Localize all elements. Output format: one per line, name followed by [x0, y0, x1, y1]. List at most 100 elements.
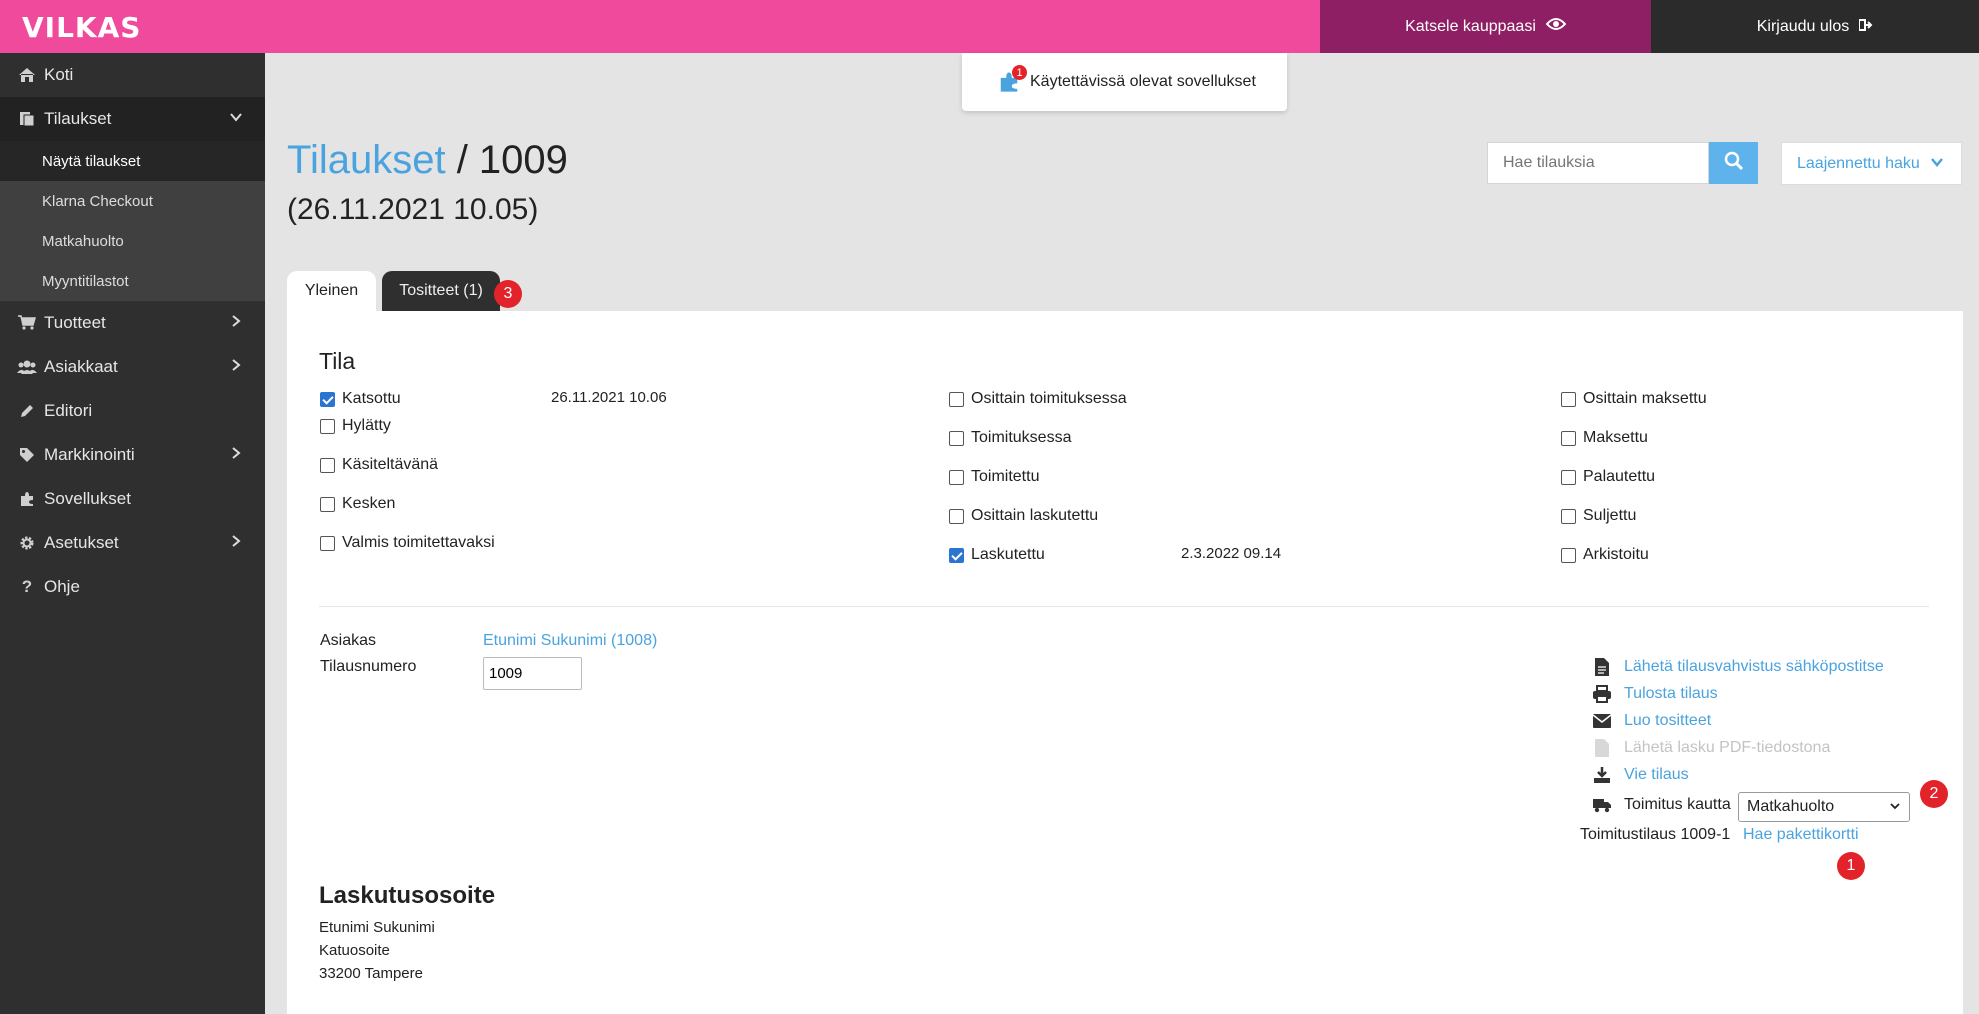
tab-yleinen[interactable]: Yleinen [287, 271, 376, 311]
checkbox[interactable] [320, 418, 335, 434]
puzzle-icon [16, 490, 38, 508]
send-pdf-label: Lähetä lasku PDF-tiedostona [1624, 739, 1831, 756]
chevron-down-icon [1930, 155, 1944, 173]
status-checkbox-arkistoitu[interactable]: Arkistoitu [1561, 546, 1649, 564]
status-checkbox-toimituksessa[interactable]: Toimituksessa [949, 429, 1071, 447]
home-icon [16, 66, 38, 84]
envelope-icon [1591, 711, 1612, 731]
status-checkbox-toimitettu[interactable]: Toimitettu [949, 468, 1039, 486]
export-order-action[interactable]: Vie tilaus [1591, 765, 1689, 785]
delivery-order-label: Toimitustilaus 1009-1 [1580, 826, 1731, 843]
checkbox[interactable] [320, 496, 335, 512]
status-checkbox-valmis[interactable]: Valmis toimitettavaksi [320, 534, 495, 552]
status-checkbox-osittain-maksettu[interactable]: Osittain maksettu [1561, 390, 1707, 408]
checkbox[interactable] [949, 391, 964, 407]
customer-link[interactable]: Etunimi Sukunimi (1008) [483, 632, 657, 650]
shipping-method-select[interactable]: Matkahuolto [1738, 792, 1910, 822]
status-checkbox-hylatty[interactable]: Hylätty [320, 417, 391, 435]
checkbox[interactable] [320, 391, 335, 407]
tab-tositteet[interactable]: Tositteet (1) [382, 271, 500, 311]
create-vouchers-action[interactable]: Luo tositteet [1591, 711, 1711, 731]
chevron-right-icon [229, 357, 243, 377]
print-order-link[interactable]: Tulosta tilaus [1624, 685, 1718, 703]
view-store-button[interactable]: Katsele kauppaasi [1320, 0, 1651, 53]
checkbox[interactable] [1561, 391, 1576, 407]
search-input[interactable] [1487, 142, 1709, 184]
status-checkbox-osittain-laskutettu[interactable]: Osittain laskutettu [949, 507, 1098, 525]
print-order-action[interactable]: Tulosta tilaus [1591, 684, 1718, 704]
status-checkbox-laskutettu[interactable]: Laskutettu [949, 546, 1045, 564]
breadcrumb-orders[interactable]: Tilaukset [287, 138, 446, 182]
status-date-laskutettu: 2.3.2022 09.14 [1181, 545, 1282, 562]
vilkas-logo[interactable]: VILKAS [22, 11, 141, 44]
sidebar-item-asiakkaat[interactable]: Asiakkaat [0, 345, 265, 389]
eye-icon [1545, 17, 1567, 36]
sidebar-item-ohje[interactable]: ? Ohje [0, 565, 265, 609]
checkbox[interactable] [949, 430, 964, 446]
status-checkbox-palautettu[interactable]: Palautettu [1561, 468, 1655, 486]
available-apps-label: Käytettävissä olevat sovellukset [1030, 73, 1256, 90]
send-confirmation-link[interactable]: Lähetä tilausvahvistus sähköpostitse [1624, 658, 1884, 676]
checkbox[interactable] [320, 535, 335, 551]
checkbox-label: Valmis toimitettavaksi [342, 534, 495, 551]
annotation-badge-2: 2 [1920, 780, 1948, 808]
checkbox-label: Suljettu [1583, 507, 1637, 524]
parcel-card-link[interactable]: Hae pakettikortti [1743, 826, 1859, 844]
checkbox-label: Osittain toimituksessa [971, 390, 1127, 407]
order-number-field[interactable] [483, 657, 582, 690]
send-confirmation-action[interactable]: Lähetä tilausvahvistus sähköpostitse [1591, 657, 1884, 677]
checkbox[interactable] [949, 469, 964, 485]
advanced-search-button[interactable]: Laajennettu haku [1781, 142, 1962, 185]
users-icon [16, 358, 38, 376]
checkbox[interactable] [949, 547, 964, 563]
create-vouchers-link[interactable]: Luo tositteet [1624, 712, 1711, 730]
orders-icon [16, 110, 38, 128]
available-apps-button[interactable]: 1 Käytettävissä olevat sovellukset [962, 53, 1287, 111]
customer-label: Asiakas [320, 632, 377, 649]
billing-city: 33200 Tampere [319, 965, 423, 982]
sidebar-subitem-matkahuolto[interactable]: Matkahuolto [0, 221, 265, 261]
checkbox[interactable] [1561, 430, 1576, 446]
chevron-down-icon [229, 109, 243, 129]
billing-address-heading: Laskutusosoite [319, 882, 496, 909]
sidebar-item-koti[interactable]: Koti [0, 53, 265, 97]
view-store-label: Katsele kauppaasi [1405, 17, 1536, 35]
breadcrumb-separator: / [445, 138, 479, 182]
logout-label: Kirjaudu ulos [1756, 17, 1850, 35]
sidebar-item-label: Sovellukset [44, 489, 131, 508]
sidebar-item-asetukset[interactable]: Asetukset [0, 521, 265, 565]
sidebar-item-tilaukset[interactable]: Tilaukset [0, 97, 265, 141]
sidebar-item-label: Tilaukset [44, 109, 112, 128]
checkbox[interactable] [1561, 547, 1576, 563]
logout-button[interactable]: Kirjaudu ulos [1651, 0, 1979, 53]
sidebar-item-sovellukset[interactable]: Sovellukset [0, 477, 265, 521]
search-icon [1724, 151, 1744, 176]
sidebar-subitem-myyntitilastot[interactable]: Myyntitilastot [0, 261, 265, 301]
search-button[interactable] [1709, 142, 1758, 184]
billing-street: Katuosoite [319, 942, 390, 959]
printer-icon [1591, 684, 1612, 704]
file-text-icon [1591, 657, 1612, 677]
top-bar: VILKAS Katsele kauppaasi Kirjaudu ulos [0, 0, 1979, 53]
checkbox[interactable] [1561, 469, 1576, 485]
order-datetime: (26.11.2021 10.05) [287, 193, 539, 226]
sidebar-item-editori[interactable]: Editori [0, 389, 265, 433]
status-checkbox-kasiteltavana[interactable]: Käsiteltävänä [320, 456, 438, 474]
sidebar-subitem-klarna-checkout[interactable]: Klarna Checkout [0, 181, 265, 221]
status-checkbox-suljettu[interactable]: Suljettu [1561, 507, 1636, 525]
advanced-search-label: Laajennettu haku [1797, 154, 1920, 172]
checkbox-label: Toimituksessa [971, 429, 1072, 446]
checkbox-label: Maksettu [1583, 429, 1648, 446]
checkbox[interactable] [320, 457, 335, 473]
checkbox[interactable] [1561, 508, 1576, 524]
sidebar-item-markkinointi[interactable]: Markkinointi [0, 433, 265, 477]
status-checkbox-kesken[interactable]: Kesken [320, 495, 395, 513]
export-order-link[interactable]: Vie tilaus [1624, 766, 1689, 784]
status-heading: Tila [319, 348, 356, 374]
status-checkbox-katsottu[interactable]: Katsottu [320, 390, 401, 408]
status-checkbox-maksettu[interactable]: Maksettu [1561, 429, 1648, 447]
sidebar-item-tuotteet[interactable]: Tuotteet [0, 301, 265, 345]
checkbox[interactable] [949, 508, 964, 524]
status-checkbox-osittain-toimituksessa[interactable]: Osittain toimituksessa [949, 390, 1127, 408]
sidebar-subitem-nayta-tilaukset[interactable]: Näytä tilaukset [0, 141, 265, 181]
